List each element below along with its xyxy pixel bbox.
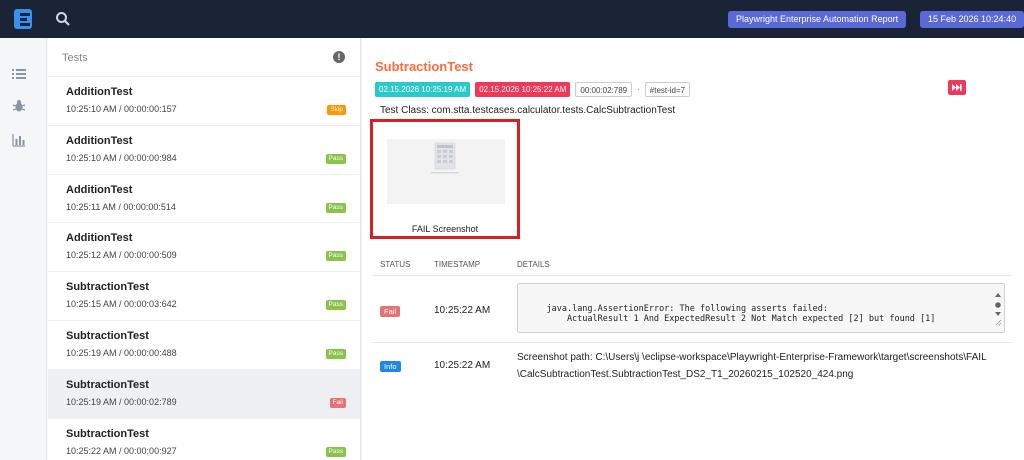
test-name: AdditionTest [66,86,133,98]
test-list-item[interactable]: AdditionTest 10:25:11 AM / 00:00:00:514 Pa… [48,175,360,224]
test-id-badge: #test-id=7 [644,81,691,97]
screenshot-caption: FAIL Screenshot [411,224,479,234]
log-timestamp: 10:25:22 AM [434,360,491,371]
top-bar: Playwright Enterprise Automation Report … [0,0,1024,38]
textarea-scrollbar[interactable] [994,292,1002,326]
test-name: SubtractionTest [66,281,149,294]
test-time: 10:25:11 AM / 00:00:00:514 [66,201,176,212]
screenshot-path: Screenshot path: C:\Users\j \eclipse-wor… [517,349,1007,383]
screenshot-thumbnail[interactable] [387,139,505,204]
log-status-info: Info [380,361,401,372]
report-title-badge: Playwright Enterprise Automation Report [728,11,907,28]
left-nav [0,38,47,460]
test-list-item[interactable]: SubtractionTest 10:25:19 AM / 00:00:00:48… [48,321,360,370]
log-divider [372,275,1012,276]
search-icon[interactable] [55,11,71,27]
test-time: 10:25:19 AM / 00:00:00:488 [66,347,177,358]
tests-panel-title: Tests [62,52,88,64]
test-name: SubtractionTest [66,378,149,391]
log-header-status: STATUS [380,260,411,269]
log-header-timestamp: TIMESTAMP [434,260,481,269]
badge-separator: · [637,84,640,94]
fast-forward-icon [952,84,962,91]
test-time: 10:25:22 AM / 00:00:00:927 [66,445,177,456]
status-badge: Pass [325,446,346,457]
screenshot-card[interactable]: FAIL Screenshot [380,130,510,234]
end-time-badge: 02.15.2026 10:25:22 AM [475,81,571,97]
status-badge: Pass [325,348,346,359]
screenshot-path-line: Screenshot path: C:\Users\j \eclipse-wor… [517,352,987,363]
start-time-badge: 02.15.2026 10:25:19 AM [375,81,471,97]
test-name: SubtractionTest [66,329,149,342]
test-time: 10:25:12 AM / 00:00:00:509 [66,250,177,261]
duration-badge: 00:00:02:789 [575,81,633,97]
fast-forward-button[interactable] [948,80,966,95]
info-icon[interactable]: ! [333,51,345,63]
status-badge: Pass [325,153,346,164]
test-list-item[interactable]: AdditionTest 10:25:10 AM / 00:00:00:157 Sk… [48,77,360,126]
test-list-item[interactable]: AdditionTest 10:25:10 AM / 00:00:00:984 Pa… [48,126,360,175]
logo-icon[interactable] [10,6,36,32]
log-timestamp: 10:25:22 AM [434,305,491,316]
test-time: 10:25:10 AM / 00:00:00:984 [66,152,177,163]
status-badge: Skip [327,105,346,115]
test-time: 10:25:10 AM / 00:00:00:157 [66,104,177,114]
bar-chart-icon[interactable] [12,133,26,147]
status-badge: Pass [325,202,346,213]
log-divider [372,342,1012,343]
test-list-item[interactable]: SubtractionTest 10:25:19 AM / 00:00:02:78… [48,369,360,419]
status-badge: Pass [325,251,346,262]
test-time: 10:25:15 AM / 00:00:03:642 [66,299,177,310]
test-meta-badges: 02.15.2026 10:25:19 AM 02.15.2026 10:25:… [375,81,691,97]
test-class-label: Test Class: com.stta.testcases.calculato… [380,105,676,116]
test-name: AdditionTest [66,134,133,147]
list-icon[interactable] [12,67,26,81]
test-title: SubtractionTest [375,59,473,74]
bug-icon[interactable] [12,99,26,113]
test-list-item[interactable]: AdditionTest 10:25:12 AM / 00:00:00:509 Pa… [48,223,360,273]
test-list: AdditionTest 10:25:10 AM / 00:00:00:157 Sk… [48,77,360,460]
test-detail: SubtractionTest 02.15.2026 10:25:19 AM 0… [362,38,1024,460]
log-status-fail: Fail [380,306,401,317]
test-name: AdditionTest [66,232,133,245]
log-header-details: DETAILS [517,260,550,269]
test-name: AdditionTest [66,183,133,196]
status-badge: Fail [329,397,346,408]
calculator-thumbnail-icon [387,139,505,204]
test-name: SubtractionTest [66,427,149,440]
test-list-item[interactable]: SubtractionTest 10:25:15 AM / 00:00:03:64… [48,272,360,321]
assertion-error-textarea[interactable]: java.lang.AssertionError: The following … [517,283,1005,333]
status-badge: Pass [325,300,346,311]
tests-panel: Tests ! AdditionTest 10:25:10 AM / 00:00:… [48,38,361,460]
tests-panel-header: Tests ! [48,38,360,77]
test-time: 10:25:19 AM / 00:00:02:789 [66,396,177,407]
screenshot-path-line: \CalcSubtractionTest.SubtractionTest_DS2… [517,369,854,380]
screenshot-highlight-frame: FAIL Screenshot [370,119,520,239]
report-date-badge: 15 Feb 2026 10:24:40 [920,11,1024,28]
assertion-error-text: java.lang.AssertionError: The following … [546,304,936,324]
test-list-item[interactable]: SubtractionTest 10:25:22 AM / 00:00:00:92… [48,419,360,460]
